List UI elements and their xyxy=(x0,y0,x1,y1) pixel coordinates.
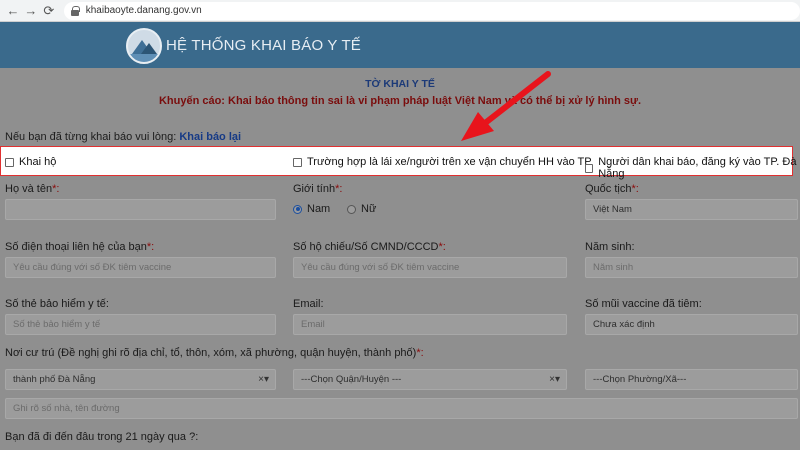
legal-warning: Khuyến cáo: Khai báo thông tin sai là vi… xyxy=(158,95,642,107)
passport-input[interactable]: Yêu cầu đúng với số ĐK tiêm vaccine xyxy=(293,257,567,278)
checkbox[interactable] xyxy=(585,163,594,173)
previous-declaration-row: Nếu bạn đã từng khai báo vui lòng: Khai … xyxy=(5,131,241,143)
district-select[interactable]: ---Chọn Quận/Huyện --- ×▾ xyxy=(293,369,567,390)
option-label: Trường hợp là lái xe/người trên xe vận c… xyxy=(307,156,592,168)
option-label: Khai hộ xyxy=(19,156,57,168)
nationality-label: Quốc tịch*: xyxy=(585,183,639,195)
chevron-down-icon[interactable]: ×▾ xyxy=(258,374,269,385)
site-logo xyxy=(126,28,162,64)
fullname-input[interactable] xyxy=(5,199,276,220)
radio-unselected[interactable] xyxy=(347,204,356,214)
phone-label: Số điện thoại liên hệ của bạn*: xyxy=(5,241,155,253)
vaccine-select[interactable]: Chưa xác định xyxy=(585,314,798,335)
chevron-down-icon[interactable]: ×▾ xyxy=(549,374,560,385)
forward-button[interactable]: → xyxy=(22,2,40,20)
reload-icon: ⟳ xyxy=(43,2,55,18)
site-header: HỆ THỐNG KHAI BÁO Y TẾ xyxy=(0,22,800,68)
gender-label: Giới tính*: xyxy=(293,183,343,195)
residence-label: Nơi cư trú (Đề nghị ghi rõ địa chỉ, tổ, … xyxy=(5,347,424,359)
url-text: khaibaoyte.danang.gov.vn xyxy=(85,5,202,16)
option-label: Người dân khai báo, đăng ký vào TP. Đà N… xyxy=(598,156,797,180)
street-input[interactable]: Ghi rõ số nhà, tên đường xyxy=(5,398,798,419)
ward-select[interactable]: ---Chọn Phường/Xã--- xyxy=(585,369,798,390)
back-button[interactable]: ← xyxy=(4,2,22,20)
option-declare-on-behalf[interactable]: Khai hộ xyxy=(5,156,56,168)
redeclare-link[interactable]: Khai báo lại xyxy=(179,131,241,143)
phone-input[interactable]: Yêu cầu đúng với số ĐK tiêm vaccine xyxy=(5,257,276,278)
birth-year-label: Năm sinh: xyxy=(585,241,635,253)
site-title: HỆ THỐNG KHAI BÁO Y TẾ xyxy=(166,37,362,54)
email-label: Email: xyxy=(293,298,324,310)
checkbox[interactable] xyxy=(5,157,14,167)
previous-declaration-text: Nếu bạn đã từng khai báo vui lòng: xyxy=(5,131,180,143)
passport-label: Số hộ chiếu/Số CMND/CCCD*: xyxy=(293,241,446,253)
vaccine-label: Số mũi vaccine đã tiêm: xyxy=(585,298,702,310)
address-bar[interactable]: khaibaoyte.danang.gov.vn xyxy=(63,1,800,20)
browser-toolbar: ← → ⟳ khaibaoyte.danang.gov.vn xyxy=(0,0,800,22)
reload-button[interactable]: ⟳ xyxy=(40,2,58,20)
nationality-select[interactable]: Việt Nam xyxy=(585,199,798,220)
insurance-input[interactable]: Số thẻ bảo hiểm y tế xyxy=(5,314,276,335)
birth-year-input[interactable]: Năm sinh xyxy=(585,257,798,278)
lock-icon xyxy=(70,5,80,16)
gender-female-radio[interactable]: Nữ xyxy=(347,203,376,215)
travel-question-label: Bạn đã đi đến đâu trong 21 ngày qua ?: xyxy=(5,431,199,443)
email-input[interactable]: Email xyxy=(293,314,567,335)
gender-male-radio[interactable]: Nam xyxy=(293,203,330,215)
fullname-label: Họ và tên*: xyxy=(5,183,60,195)
arrow-right-icon: → xyxy=(24,3,38,18)
option-resident-entry[interactable]: Người dân khai báo, đăng ký vào TP. Đà N… xyxy=(585,156,800,180)
insurance-label: Số thẻ bảo hiểm y tế: xyxy=(5,298,109,310)
checkbox[interactable] xyxy=(293,157,302,167)
option-cargo-driver[interactable]: Trường hợp là lái xe/người trên xe vận c… xyxy=(293,156,592,168)
form-title: TỜ KHAI Y TẾ xyxy=(365,78,435,90)
radio-selected[interactable] xyxy=(293,204,302,214)
city-select[interactable]: thành phố Đà Nẵng ×▾ xyxy=(5,369,276,390)
arrow-left-icon: ← xyxy=(6,3,20,18)
